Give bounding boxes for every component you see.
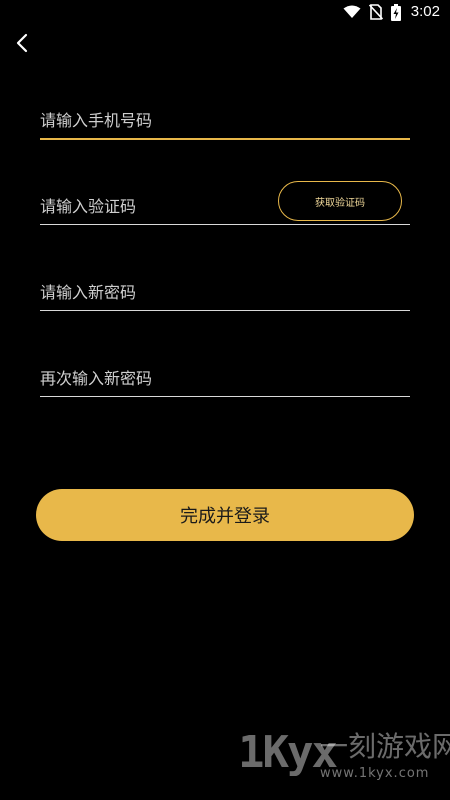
new-password-field	[40, 270, 410, 311]
chevron-left-icon	[15, 32, 29, 58]
submit-login-button[interactable]: 完成并登录	[36, 489, 414, 541]
status-time: 3:02	[410, 3, 440, 20]
watermark: 1Kyx 一刻游戏网 www.1kyx.com	[238, 724, 450, 788]
confirm-password-field	[40, 356, 410, 397]
watermark-url: www.1kyx.com	[320, 766, 430, 781]
phone-field	[40, 98, 410, 140]
code-field: 获取验证码	[40, 181, 410, 225]
watermark-name: 一刻游戏网	[320, 730, 450, 763]
back-button[interactable]	[8, 30, 36, 60]
battery-charging-icon	[390, 3, 401, 21]
get-code-button[interactable]: 获取验证码	[278, 181, 402, 221]
status-bar: 3:02	[0, 0, 450, 24]
status-icons: 3:02	[343, 0, 440, 24]
code-input[interactable]	[40, 192, 270, 220]
wifi-icon	[343, 5, 361, 19]
confirm-password-input[interactable]	[40, 364, 270, 392]
no-sim-icon	[368, 4, 383, 20]
phone-input[interactable]	[40, 106, 270, 134]
new-password-input[interactable]	[40, 278, 270, 306]
